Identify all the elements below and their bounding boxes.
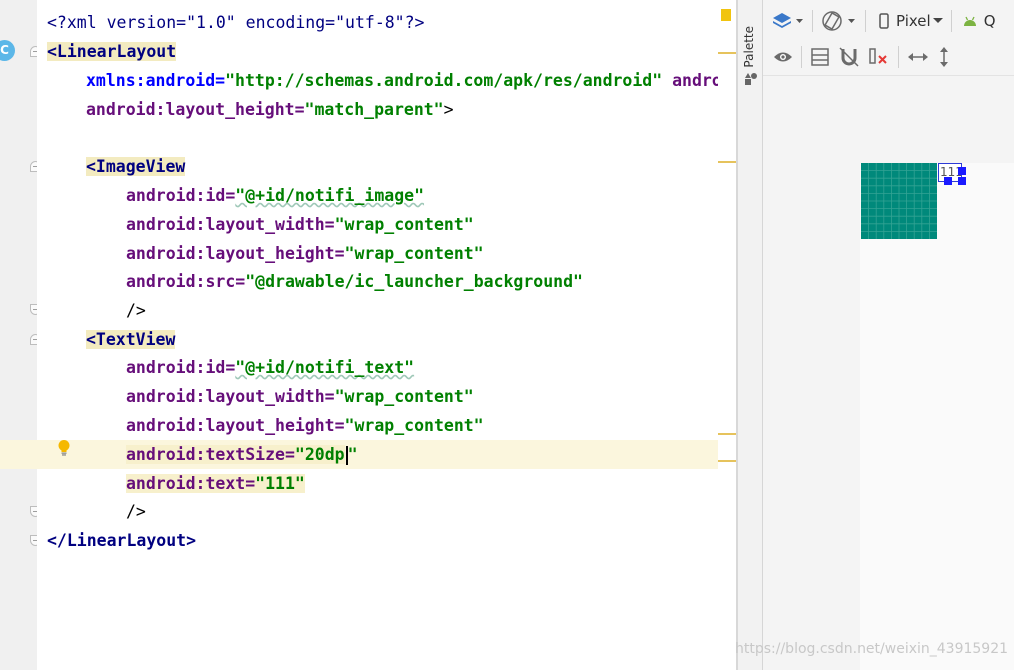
warning-indicator-icon[interactable] <box>721 9 731 21</box>
design-toolbar-bottom <box>763 39 1014 76</box>
orientation-button[interactable] <box>821 7 857 35</box>
phone-icon <box>879 13 889 29</box>
code-line-12: <TextView <box>86 325 176 354</box>
horizontal-arrows-icon <box>908 53 928 61</box>
toolbar-separator <box>950 10 952 32</box>
code-token: xmlns:android= <box>86 71 226 90</box>
error-stripe[interactable] <box>718 0 736 670</box>
layers-icon <box>773 13 803 28</box>
code-token: "@+id/notifi_text" <box>235 358 415 377</box>
code-line-17: android:text="111" <box>126 469 305 498</box>
code-line-2: <LinearLayout <box>47 37 177 66</box>
palette-shapes-icon[interactable] <box>744 72 758 86</box>
code-line-9: android:layout_height="wrap_content" <box>126 239 484 268</box>
design-toolbar-top: Pixel Q <box>763 3 1014 39</box>
chevron-down-icon <box>932 18 943 23</box>
code-line-10: android:src="@drawable/ic_launcher_backg… <box>126 267 583 296</box>
toolbar-separator <box>865 10 866 32</box>
stripe-mark[interactable] <box>718 161 736 163</box>
code-line-3: xmlns:android="http://schemas.android.co… <box>86 66 722 95</box>
device-label: Pixel <box>896 12 931 30</box>
code-token: android:layout_height= <box>126 416 345 435</box>
code-line-6: <ImageView <box>86 152 186 181</box>
stripe-mark[interactable] <box>718 433 736 435</box>
api-level-selector[interactable]: Q <box>962 7 996 35</box>
stripe-mark[interactable] <box>718 460 736 462</box>
code-token: android:layout_width= <box>126 215 335 234</box>
toolbar-separator <box>801 46 802 68</box>
palette-tab[interactable]: Palette <box>742 26 756 68</box>
design-preview-panel: Pixel Q <box>763 0 1014 670</box>
code-token: <LinearLayout <box>47 42 177 61</box>
code-line-11: /> <box>126 296 146 325</box>
rotate-device-icon <box>822 11 855 31</box>
code-token: "http://schemas.android.com/apk/res/andr… <box>225 71 663 90</box>
code-token: "@drawable/ic_launcher_background" <box>245 272 583 291</box>
code-token: /> <box>126 502 146 521</box>
code-token: <ImageView <box>86 157 186 176</box>
expand-horizontal-button[interactable] <box>907 43 929 71</box>
clear-constraints-icon <box>869 48 887 64</box>
preview-imageview[interactable] <box>861 163 937 239</box>
code-line-4: android:layout_height="match_parent"> <box>86 95 454 124</box>
layout-grid-icon <box>811 48 829 66</box>
code-token: </LinearLayout> <box>47 531 197 550</box>
code-token: "111" <box>255 474 305 493</box>
stripe-mark[interactable] <box>718 52 736 54</box>
code-line-16: android:textSize="20dp " <box>37 440 722 469</box>
code-line-14: android:layout_width="wrap_content" <box>126 382 474 411</box>
code-token: "wrap_content" <box>334 387 474 406</box>
code-token: <?xml version="1.0" encoding="utf-8"?> <box>47 13 425 32</box>
resize-handle[interactable] <box>958 167 966 175</box>
code-line-18: /> <box>126 497 146 526</box>
code-token: android:layout_height= <box>86 100 305 119</box>
code-line-1: <?xml version="1.0" encoding="utf-8"?> <box>47 8 425 37</box>
palette-tool-strip[interactable] <box>738 0 763 670</box>
android-icon <box>963 16 976 26</box>
code-token: android:text= <box>126 474 256 493</box>
code-token: androi <box>672 71 722 90</box>
lightbulb-icon[interactable] <box>57 439 71 457</box>
code-token: " <box>347 445 358 464</box>
device-selector[interactable]: Pixel <box>878 7 943 35</box>
view-options-button[interactable] <box>773 43 793 71</box>
code-token: "wrap_content" <box>344 244 484 263</box>
expand-vertical-button[interactable] <box>937 43 951 71</box>
clear-constraints-button[interactable] <box>868 43 890 71</box>
device-canvas[interactable] <box>860 163 1014 670</box>
autoconnect-button[interactable] <box>838 43 860 71</box>
code-token: android:id= <box>126 358 236 377</box>
toolbar-separator <box>812 10 813 32</box>
code-token: android:textSize= <box>126 445 295 464</box>
code-token: "@+id/notifi_image" <box>235 186 425 205</box>
current-line-gutter <box>0 440 37 469</box>
blueprint-button[interactable] <box>810 43 830 71</box>
watermark-text: https://blog.csdn.net/weixin_43915921 <box>735 641 1009 657</box>
eye-icon <box>774 52 792 62</box>
code-token: > <box>443 100 454 119</box>
code-token: "20dp <box>294 445 345 464</box>
code-token: "wrap_content" <box>344 416 484 435</box>
resize-handle[interactable] <box>944 177 952 185</box>
code-line-19: </LinearLayout> <box>47 526 196 555</box>
api-level-label: Q <box>983 12 996 30</box>
code-token: android:src= <box>126 272 246 291</box>
resize-handle[interactable] <box>958 177 966 185</box>
code-line-8: android:layout_width="wrap_content" <box>126 210 474 239</box>
code-line-15: android:layout_height="wrap_content" <box>126 411 484 440</box>
code-token: <TextView <box>86 330 176 349</box>
code-token: "match_parent" <box>304 100 444 119</box>
code-token: "wrap_content" <box>334 215 474 234</box>
code-token: android:id= <box>126 186 236 205</box>
magnet-off-icon <box>839 47 859 67</box>
vertical-arrows-icon <box>940 47 948 67</box>
toolbar-separator <box>898 46 899 68</box>
code-token: /> <box>126 301 146 320</box>
code-editor[interactable]: <?xml version="1.0" encoding="utf-8"?> <… <box>37 0 722 670</box>
design-surface-button[interactable] <box>772 7 804 35</box>
code-line-7: android:id="@+id/notifi_image" <box>126 181 424 210</box>
code-line-13: android:id="@+id/notifi_text" <box>126 353 414 382</box>
code-token: android:layout_width= <box>126 387 335 406</box>
code-token: android:layout_height= <box>126 244 345 263</box>
